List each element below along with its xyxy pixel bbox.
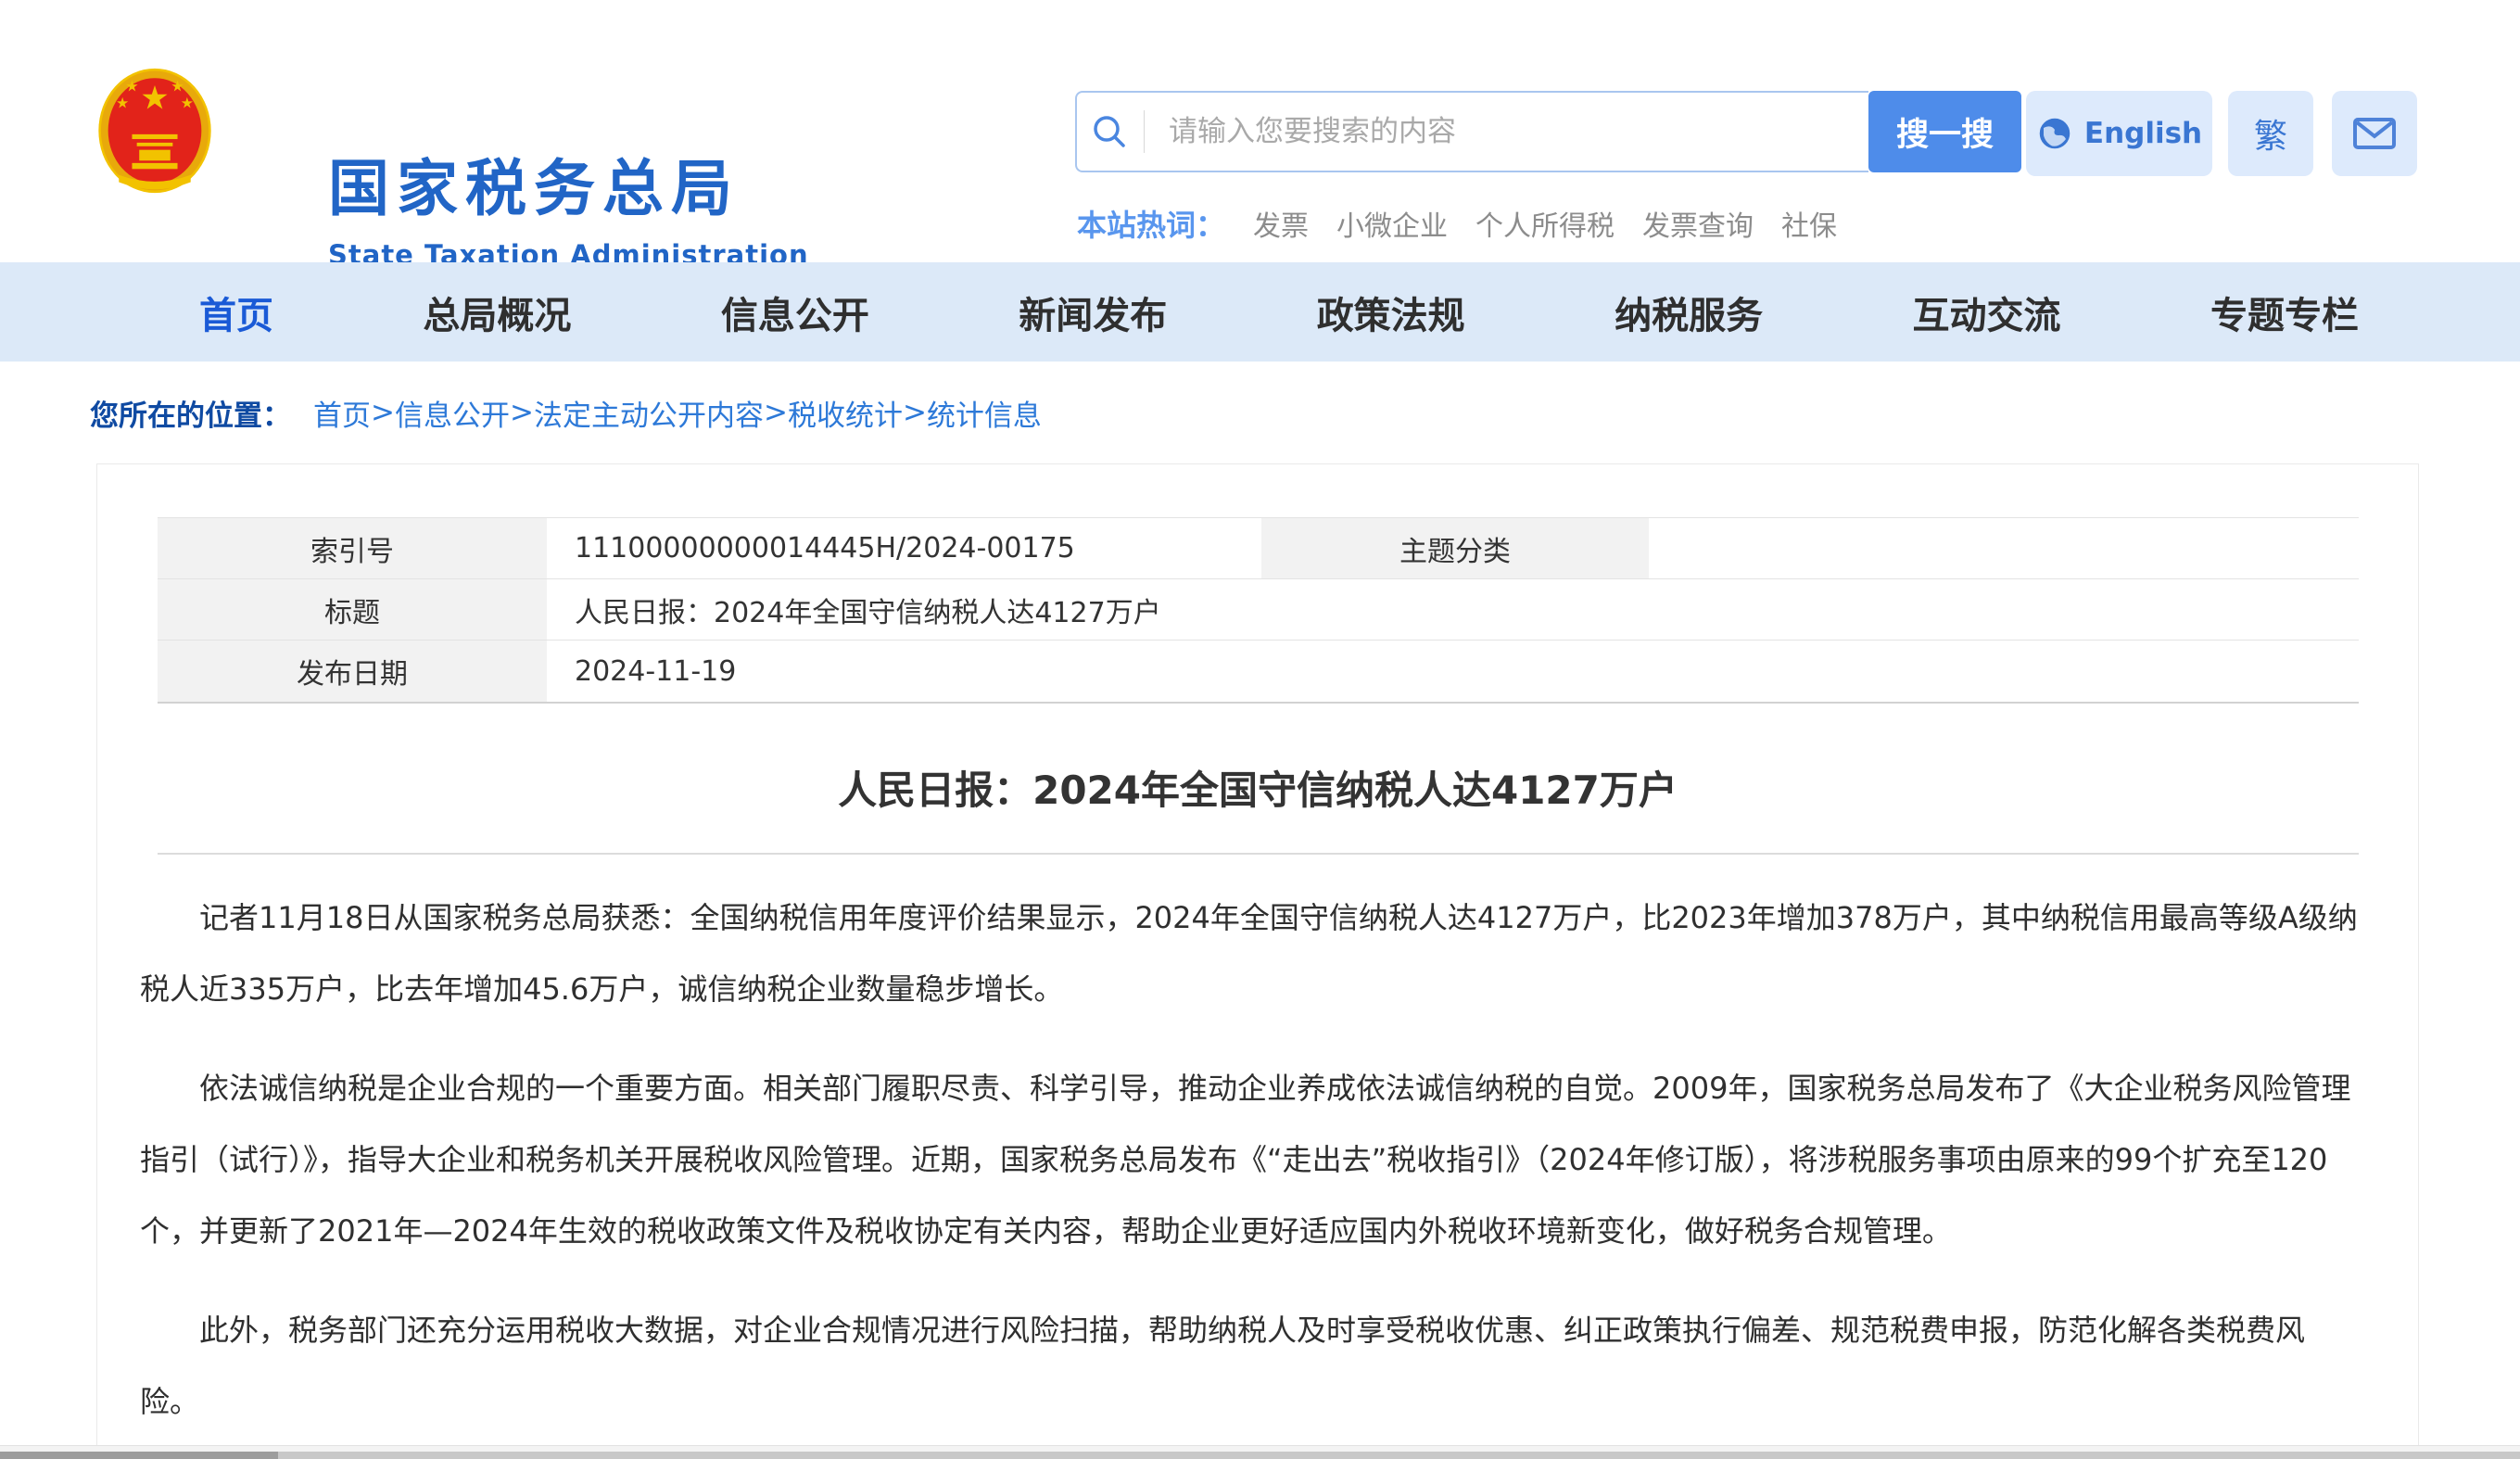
site-title-group: 国家税务总局 State Taxation Administration <box>328 139 809 271</box>
hot-word-link[interactable]: 社保 <box>1781 203 1837 244</box>
article-container: 索引号 11100000000014445H/2024-00175 主题分类 标… <box>96 463 2419 1459</box>
site-title-cn: 国家税务总局 <box>328 139 809 228</box>
search-input[interactable] <box>1145 115 1756 148</box>
language-traditional-button[interactable]: 繁 <box>2228 91 2313 176</box>
meta-label-publish-date: 发布日期 <box>158 641 547 702</box>
breadcrumb-link-info-disclosure[interactable]: 信息公开 <box>395 392 510 434</box>
page: 国家税务总局 State Taxation Administration 搜一搜 <box>0 0 2520 1459</box>
breadcrumb-label: 您所在的位置： <box>90 392 291 434</box>
nav-item-tax-services[interactable]: 纳税服务 <box>1615 285 1763 339</box>
hot-word-link[interactable]: 发票查询 <box>1642 203 1754 244</box>
breadcrumb-separator: > <box>903 396 927 429</box>
search-box <box>1075 91 1868 172</box>
breadcrumb-separator: > <box>764 396 788 429</box>
nav-item-interaction[interactable]: 互动交流 <box>1913 285 2061 339</box>
hot-words-bar: 本站热词： 发票 小微企业 个人所得税 发票查询 社保 <box>1077 202 1837 245</box>
search-icon <box>1077 108 1144 156</box>
nav-item-home[interactable]: 首页 <box>199 285 273 339</box>
mail-icon <box>2352 116 2397 151</box>
nav-item-info-disclosure[interactable]: 信息公开 <box>721 285 869 339</box>
globe-icon <box>2036 115 2073 152</box>
nav-item-news[interactable]: 新闻发布 <box>1019 285 1167 339</box>
meta-label-index-number: 索引号 <box>158 518 547 579</box>
article-paragraph: 此外，税务部门还充分运用税收大数据，对企业合规情况进行风险扫描，帮助纳税人及时享… <box>140 1295 2362 1438</box>
article-title: 人民日报：2024年全国守信纳税人达4127万户 <box>97 759 2418 816</box>
article-body: 记者11月18日从国家税务总局获悉：全国纳税信用年度评价结果显示，2024年全国… <box>140 882 2362 1459</box>
main-nav: 首页 总局概况 信息公开 新闻发布 政策法规 纳税服务 互动交流 专题专栏 <box>0 262 2520 362</box>
national-emblem-icon <box>95 65 215 197</box>
breadcrumb-separator: > <box>510 396 534 429</box>
horizontal-scrollbar-track[interactable] <box>0 1452 2520 1459</box>
horizontal-scrollbar-thumb[interactable] <box>0 1452 278 1459</box>
search-bar: 搜一搜 <box>1075 91 2021 172</box>
site-logo-link[interactable]: 国家税务总局 State Taxation Administration <box>95 65 215 197</box>
nav-item-overview[interactable]: 总局概况 <box>423 285 571 339</box>
meta-value-index-number: 11100000000014445H/2024-00175 <box>547 518 1261 579</box>
language-english-label: English <box>2084 117 2202 150</box>
nav-item-policies[interactable]: 政策法规 <box>1317 285 1465 339</box>
meta-label-topic-category: 主题分类 <box>1261 518 1649 579</box>
hot-word-link[interactable]: 个人所得税 <box>1475 203 1615 244</box>
breadcrumb-link-statistical-info[interactable]: 统计信息 <box>927 392 1042 434</box>
hot-words-label: 本站热词： <box>1077 202 1225 245</box>
hot-word-link[interactable]: 发票 <box>1253 203 1309 244</box>
meta-value-topic-category <box>1649 518 2359 579</box>
nav-item-special-topics[interactable]: 专题专栏 <box>2210 285 2359 339</box>
site-header: 国家税务总局 State Taxation Administration 搜一搜 <box>0 0 2520 262</box>
breadcrumb-link-statutory-content[interactable]: 法定主动公开内容 <box>534 392 764 434</box>
language-english-button[interactable]: English <box>2026 91 2212 176</box>
search-button[interactable]: 搜一搜 <box>1868 91 2021 172</box>
mail-button[interactable] <box>2332 91 2417 176</box>
document-meta-table: 索引号 11100000000014445H/2024-00175 主题分类 标… <box>158 517 2359 704</box>
breadcrumb: 您所在的位置： 首页 > 信息公开 > 法定主动公开内容 > 税收统计 > 统计… <box>0 362 2520 463</box>
breadcrumb-link-home[interactable]: 首页 <box>313 392 371 434</box>
article-paragraph: 记者11月18日从国家税务总局获悉：全国纳税信用年度评价结果显示，2024年全国… <box>140 882 2362 1025</box>
breadcrumb-link-tax-statistics[interactable]: 税收统计 <box>788 392 903 434</box>
meta-value-publish-date: 2024-11-19 <box>547 641 2359 702</box>
meta-label-title: 标题 <box>158 579 547 641</box>
hot-word-link[interactable]: 小微企业 <box>1336 203 1448 244</box>
title-divider <box>158 853 2359 855</box>
meta-value-title: 人民日报：2024年全国守信纳税人达4127万户 <box>547 579 2359 641</box>
article-paragraph: 依法诚信纳税是企业合规的一个重要方面。相关部门履职尽责、科学引导，推动企业养成依… <box>140 1053 2362 1267</box>
breadcrumb-separator: > <box>371 396 395 429</box>
page-bottom-bar <box>0 1445 2520 1459</box>
